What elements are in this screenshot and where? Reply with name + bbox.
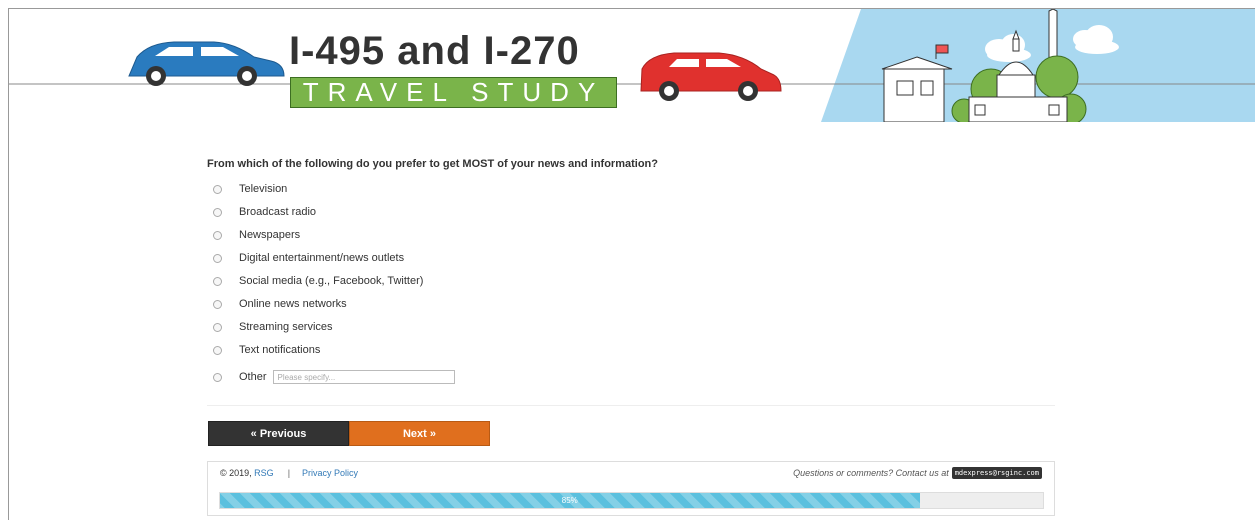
progress-label: 85% (561, 496, 578, 505)
option-label: Social media (e.g., Facebook, Twitter) (239, 275, 424, 287)
option-social-media[interactable]: Social media (e.g., Facebook, Twitter) (213, 272, 423, 290)
privacy-policy-link[interactable]: Privacy Policy (302, 468, 358, 478)
radio-button[interactable] (213, 299, 222, 309)
previous-button[interactable]: « Previous (208, 421, 349, 446)
option-television[interactable]: Television (213, 180, 287, 198)
banner-art (9, 9, 1255, 122)
radio-button[interactable] (213, 322, 222, 332)
footer-separator: | (287, 468, 291, 478)
option-online-news[interactable]: Online news networks (213, 295, 347, 313)
option-label: Digital entertainment/news outlets (239, 252, 405, 264)
company-link[interactable]: RSG (254, 468, 274, 478)
divider (207, 405, 1055, 406)
footer-left: © 2019, RSG | Privacy Policy (220, 468, 358, 478)
contact-email[interactable]: mdexpress@rsginc.com (951, 467, 1042, 479)
progress-fill: 85% (220, 493, 920, 508)
option-digital-outlets[interactable]: Digital entertainment/news outlets (213, 249, 404, 267)
radio-button[interactable] (213, 253, 222, 263)
option-label: Broadcast radio (239, 206, 317, 218)
copyright-text: © 2019, (220, 468, 252, 478)
option-newspapers[interactable]: Newspapers (213, 226, 300, 244)
contact-info: Questions or comments? Contact us at mde… (793, 467, 1042, 479)
question-text: From which of the following do you prefe… (207, 158, 658, 170)
other-specify-input[interactable] (272, 370, 455, 384)
option-label: Other (239, 371, 267, 383)
option-streaming[interactable]: Streaming services (213, 318, 333, 336)
banner: I-495 and I-270 TRAVEL STUDY (9, 9, 1255, 122)
option-label: Text notifications (239, 344, 321, 356)
next-button[interactable]: Next » (349, 421, 490, 446)
option-text-notifications[interactable]: Text notifications (213, 341, 320, 359)
radio-button[interactable] (213, 372, 222, 382)
radio-button[interactable] (213, 184, 222, 194)
option-broadcast-radio[interactable]: Broadcast radio (213, 203, 316, 221)
option-label: Online news networks (239, 298, 347, 310)
radio-button[interactable] (213, 207, 222, 217)
option-label: Streaming services (239, 321, 333, 333)
option-other[interactable]: Other (213, 368, 455, 386)
contact-text: Questions or comments? Contact us at (793, 468, 949, 478)
progress-bar: 85% (219, 492, 1044, 509)
study-subtitle: TRAVEL STUDY (290, 77, 617, 108)
footer: © 2019, RSG | Privacy Policy Questions o… (207, 461, 1055, 516)
radio-button[interactable] (213, 276, 222, 286)
option-label: Newspapers (239, 229, 301, 241)
study-title: I-495 and I-270 (289, 29, 580, 73)
option-label: Television (239, 183, 288, 195)
radio-button[interactable] (213, 345, 222, 355)
radio-button[interactable] (213, 230, 222, 240)
